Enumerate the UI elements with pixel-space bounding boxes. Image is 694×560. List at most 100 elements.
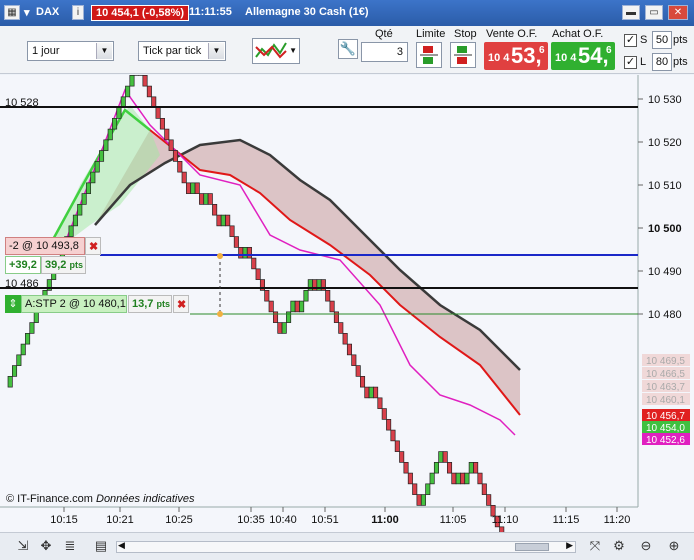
close-icon[interactable]: ✕ <box>668 5 688 20</box>
renko-brick <box>473 462 479 474</box>
stop-order-icon <box>454 46 472 64</box>
info-icon[interactable]: i <box>72 5 84 20</box>
wrench-icon[interactable]: 🔧 <box>338 39 358 59</box>
buy-label: Achat O.F. <box>552 28 604 40</box>
renko-brick <box>455 472 461 485</box>
renko-brick <box>381 408 387 420</box>
grid-icon[interactable]: ▦ <box>4 5 20 20</box>
x-tick-label: 10:21 <box>106 514 134 526</box>
buy-price-big: 54, <box>578 43 609 68</box>
scrollbar-thumb[interactable] <box>515 543 549 551</box>
renko-brick <box>129 74 135 87</box>
cancel-order-icon[interactable]: ✖ <box>173 295 189 313</box>
renko-brick <box>390 429 396 442</box>
sell-button[interactable]: 10 4 53, 6 <box>484 42 548 70</box>
cursor-icon[interactable]: ⇲ <box>14 537 32 555</box>
level-label: 10 528 <box>5 97 39 109</box>
x-tick-label: 11:15 <box>553 514 580 526</box>
l-unit: pts <box>673 56 688 68</box>
period-select[interactable]: 1 jour ▼ <box>27 41 114 61</box>
renko-brick <box>151 96 157 108</box>
renko-brick <box>429 472 435 485</box>
pnl-pts: 39,2 pts <box>41 256 86 274</box>
renko-brick <box>460 472 466 485</box>
renko-brick <box>207 193 213 205</box>
l-value-input[interactable]: 80 <box>652 53 672 71</box>
quantity-label: Qté <box>375 28 393 40</box>
renko-brick <box>364 386 370 399</box>
x-tick-label: 10:40 <box>269 514 297 526</box>
renko-brick <box>172 150 179 162</box>
crosshair-icon[interactable]: ✥ <box>37 537 55 555</box>
x-tick-label: 10:35 <box>237 514 265 526</box>
pnl-pts-value: 39,2 <box>45 259 67 271</box>
drag-handle-icon[interactable]: ⇕ <box>5 295 21 313</box>
renko-brick <box>277 322 283 334</box>
renko-brick <box>255 268 261 280</box>
layers-icon[interactable]: ▤ <box>92 537 110 555</box>
renko-brick <box>442 451 448 463</box>
renko-brick <box>116 107 122 119</box>
indicator-add-icon[interactable]: ⤧ <box>586 537 604 555</box>
chevron-left-icon[interactable]: ◀ <box>118 540 125 551</box>
position-marker <box>217 253 223 259</box>
settings-icon[interactable]: ⚙ <box>610 537 628 555</box>
collapse-icon[interactable]: ▾ <box>24 6 30 19</box>
renko-brick <box>220 214 226 227</box>
x-tick-label: 11:10 <box>492 514 519 526</box>
list-icon[interactable]: ≣ <box>61 537 79 555</box>
tick-select[interactable]: Tick par tick ▼ <box>138 41 226 61</box>
stop-marker <box>217 311 223 317</box>
stop-unit: pts <box>156 299 170 309</box>
y-tick-label: 10 500 <box>648 223 682 235</box>
position-tag[interactable]: -2 @ 10 493,8 <box>5 237 85 255</box>
chart-area[interactable]: 10 469,5 10 466,5 10 463,7 10 460,1 10 456,7… <box>0 64 694 560</box>
minimize-icon[interactable]: ▬ <box>622 5 640 20</box>
horizontal-scrollbar[interactable]: ◀ ▶ <box>116 540 576 553</box>
renko-brick <box>94 160 100 173</box>
position-label: -2 @ 10 493,8 <box>9 240 79 252</box>
renko-brick <box>477 472 483 485</box>
renko-brick <box>142 74 148 87</box>
close-position-icon[interactable]: ✖ <box>85 237 101 255</box>
buy-button[interactable]: 10 4 54, 6 <box>551 42 615 70</box>
renko-brick <box>420 494 426 506</box>
renko-brick <box>7 376 13 388</box>
renko-brick <box>107 128 113 141</box>
zoom-in-icon[interactable]: ⊕ <box>665 537 683 555</box>
stop-order-button[interactable] <box>450 42 476 68</box>
renko-brick <box>481 483 487 495</box>
price-tag-label: 10 466,5 <box>646 369 685 380</box>
renko-brick <box>425 483 431 495</box>
x-tick-label: 11:00 <box>371 514 399 526</box>
renko-brick <box>177 160 183 173</box>
chevron-down-icon: ▼ <box>208 43 224 59</box>
renko-brick <box>98 150 105 162</box>
pnl-value: +39,2 <box>5 256 41 274</box>
renko-brick <box>12 365 18 377</box>
renko-brick <box>103 139 109 151</box>
renko-brick <box>77 204 83 216</box>
renko-brick <box>194 182 200 194</box>
stop-checkbox[interactable]: ✓ <box>624 34 637 47</box>
s-value-input[interactable]: 50 <box>652 31 672 49</box>
indicators-button[interactable]: ▼ <box>252 38 300 64</box>
sell-price-sup: 6 <box>539 45 545 56</box>
limit-order-button[interactable] <box>416 42 442 68</box>
zoom-out-icon[interactable]: ⊖ <box>637 537 655 555</box>
chevron-down-icon: ▼ <box>96 43 112 59</box>
stop-pts-value: 13,7 <box>132 298 154 310</box>
renko-brick <box>294 300 300 313</box>
chevron-right-icon[interactable]: ▶ <box>566 540 573 551</box>
renko-brick <box>416 494 422 506</box>
renko-brick <box>233 236 239 248</box>
limit-checkbox[interactable]: ✓ <box>624 56 637 69</box>
renko-brick <box>377 397 383 409</box>
quantity-input[interactable]: 3 <box>361 42 408 62</box>
stop-order-tag[interactable]: A:STP 2 @ 10 480,1 <box>21 295 127 313</box>
copyright: © IT-Finance.com <box>6 493 93 505</box>
renko-brick <box>112 117 118 130</box>
level-label-2: 10 486 <box>5 278 39 290</box>
renko-brick <box>351 354 357 366</box>
maximize-icon[interactable]: ▭ <box>645 5 663 20</box>
